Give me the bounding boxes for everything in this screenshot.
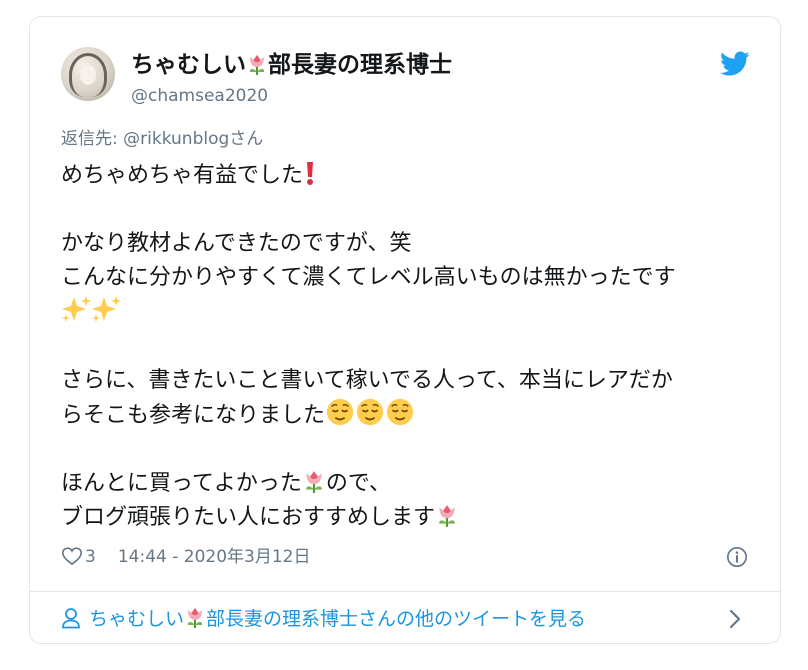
tweet-line-3: こんなに分かりやすくて濃くてレベル高いものは無かったです (61, 265, 676, 290)
person-icon (62, 608, 80, 629)
tweet-line-1-text: めちゃめちゃ有益でした (61, 163, 304, 188)
tweet-line-2: かなり教材よんできたのですが、笑 (61, 231, 412, 256)
avatar-face (80, 65, 96, 85)
reply-context: 返信先: @rikkunblogさん (61, 127, 263, 151)
relieved-face-emoji (356, 398, 384, 426)
info-icon[interactable] (726, 546, 748, 568)
tweet-line-7b-text: ので、 (325, 471, 392, 496)
reply-mention-link[interactable]: @rikkunblog (123, 129, 229, 149)
tulip-emoji (187, 608, 203, 628)
sparkles-emoji (62, 296, 91, 322)
relieved-face-emoji (386, 398, 414, 426)
more-tweets-label-part2: 部長妻の理系博士さんの他のツイートを見る (206, 608, 587, 630)
relieved-face-emoji (326, 398, 354, 426)
tulip-emoji (306, 471, 322, 493)
tweet-line-4 (61, 295, 761, 330)
tweet-line-8-text: ブログ頑張りたい人におすすめします (61, 505, 436, 530)
tweet-line-6-text: らそこも参考になりました (61, 403, 326, 428)
more-tweets-link[interactable]: ちゃむしい 部長妻の理系博士さんの他のツイートを見る (61, 605, 586, 633)
card-divider (30, 591, 780, 592)
tweet-line-7: ほんとに買ってよかった ので、 (61, 467, 761, 501)
tweet-line-5: さらに、書きたいこと書いて稼いでる人って、本当にレアだか (61, 368, 673, 393)
author-handle[interactable]: @chamsea2020 (131, 85, 268, 107)
tweet-line-8: ブログ頑張りたい人におすすめします (61, 501, 761, 535)
tulip-emoji (249, 55, 265, 75)
tweet-line-6: らそこも参考になりました (61, 398, 761, 433)
tweet-line-1: めちゃめちゃ有益でした (61, 159, 761, 193)
more-tweets-label-part1: ちゃむしい (89, 608, 185, 630)
chevron-right-icon[interactable] (728, 608, 742, 630)
author-avatar[interactable] (61, 47, 115, 101)
twitter-bird-icon[interactable] (720, 51, 750, 77)
like-count[interactable]: 3 (85, 547, 96, 567)
author-name-part1: ちゃむしい (131, 52, 246, 78)
reply-suffix: さん (229, 129, 264, 149)
tulip-emoji (439, 505, 455, 527)
author-name[interactable]: ちゃむしい 部長妻の理系博士 (131, 51, 452, 79)
tweet-text: めちゃめちゃ有益でした かなり教材よんできたのですが、笑 こんなに分かりやすくて… (61, 159, 761, 535)
tweet-line-7a-text: ほんとに買ってよかった (61, 471, 302, 496)
heart-icon[interactable] (61, 545, 83, 567)
author-name-part2: 部長妻の理系博士 (268, 52, 452, 78)
tweet-meta: 3 14:44 - 2020年3月12日 (61, 544, 310, 570)
red-exclamation-emoji (307, 162, 314, 185)
tweet-card: ちゃむしい 部長妻の理系博士 @chamsea2020 返信先: @rikkunb… (29, 16, 781, 644)
tweet-timestamp[interactable]: 14:44 - 2020年3月12日 (118, 547, 311, 567)
reply-prefix: 返信先: (61, 129, 124, 149)
sparkles-emoji (92, 296, 121, 322)
